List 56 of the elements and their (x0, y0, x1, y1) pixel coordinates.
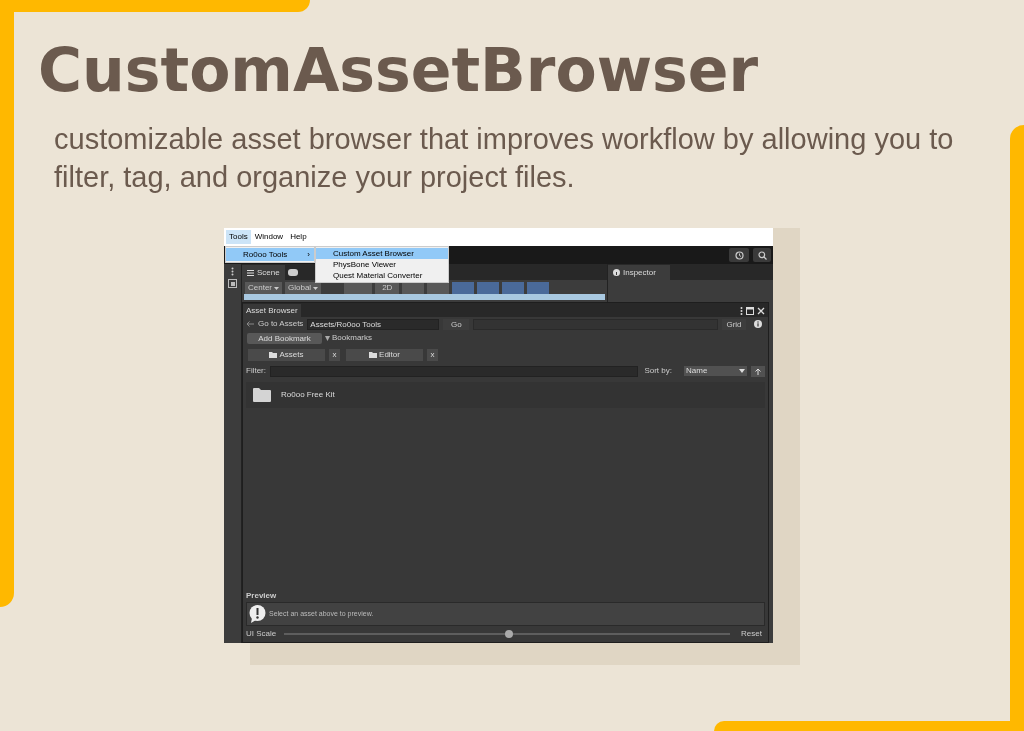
info-icon (613, 269, 620, 276)
dropdown-arrow-icon (313, 286, 319, 290)
pivot-dropdown[interactable]: Center (245, 282, 282, 294)
close-icon (757, 307, 765, 315)
folder-icon (369, 352, 378, 358)
go-button[interactable]: Go (443, 318, 470, 330)
asset-item[interactable]: Ro0oo Free Kit (246, 382, 765, 408)
bookmarks-foldout[interactable]: Bookmarks (325, 332, 372, 344)
bookmark-button[interactable]: Editor (346, 349, 423, 361)
info-icon (754, 320, 762, 328)
menu-entry[interactable]: PhysBone Viewer (316, 259, 448, 270)
menu-icon (247, 269, 254, 276)
maximize-icon (746, 307, 754, 315)
up-arrow-icon (755, 367, 761, 375)
ui-scale-label: UI Scale (246, 628, 277, 640)
menu-item[interactable]: Window (251, 230, 287, 244)
filter-label: Filter: (246, 365, 266, 377)
submenu-arrow: › (307, 248, 310, 261)
remove-bookmark-button[interactable]: x (427, 349, 438, 361)
asset-browser-tab[interactable]: Asset Browser (243, 304, 301, 317)
preview-label: Preview (245, 590, 278, 602)
search-button[interactable] (753, 248, 771, 262)
dropdown-arrow-icon (274, 286, 279, 290)
page-subtitle: customizable asset browser that improves workflow by allowing you to filter, tag, and organize your project files. (54, 122, 955, 195)
menu-entry[interactable]: Custom Asset Browser (316, 248, 448, 259)
remove-bookmark-button[interactable]: x (329, 349, 340, 361)
expanded-triangle-icon (325, 335, 330, 341)
more-icon (231, 267, 234, 276)
space-dropdown[interactable]: Global (285, 282, 322, 294)
menu-entry[interactable]: Quest Material Converter (316, 270, 448, 281)
warning-icon (249, 605, 266, 623)
sort-direction-button[interactable] (751, 365, 765, 377)
add-bookmark-button[interactable]: Add Bookmark (247, 332, 322, 344)
more-icon (740, 307, 743, 315)
history-icon (734, 250, 744, 260)
bookmark-button[interactable]: Assets (248, 349, 325, 361)
grid-view-button[interactable]: Grid (722, 318, 746, 330)
menu-item[interactable]: Tools (226, 230, 251, 244)
folder-icon (269, 352, 278, 358)
reset-button[interactable]: Reset (738, 628, 765, 640)
scene-tab[interactable]: Scene (242, 265, 285, 280)
path-field[interactable]: Assets/Ro0oo Tools (307, 318, 440, 330)
page-title: CustomAssetBrowser (38, 34, 760, 106)
search-icon (757, 250, 767, 260)
menu-item[interactable]: Help (287, 230, 310, 244)
sort-dropdown[interactable]: Name (684, 366, 747, 376)
inspector-tab[interactable]: Inspector (608, 265, 670, 280)
sort-label: Sort by: (644, 365, 672, 377)
history-button[interactable] (729, 248, 749, 262)
go-to-assets-button[interactable]: Go to Assets (258, 318, 304, 330)
dropdown-arrow-icon (739, 369, 745, 373)
slider-thumb[interactable] (504, 630, 513, 638)
menu-entry[interactable]: Ro0oo Tools › (226, 248, 314, 261)
folder-icon (253, 388, 271, 402)
window-icon (228, 279, 237, 288)
back-arrow-icon (246, 321, 254, 327)
